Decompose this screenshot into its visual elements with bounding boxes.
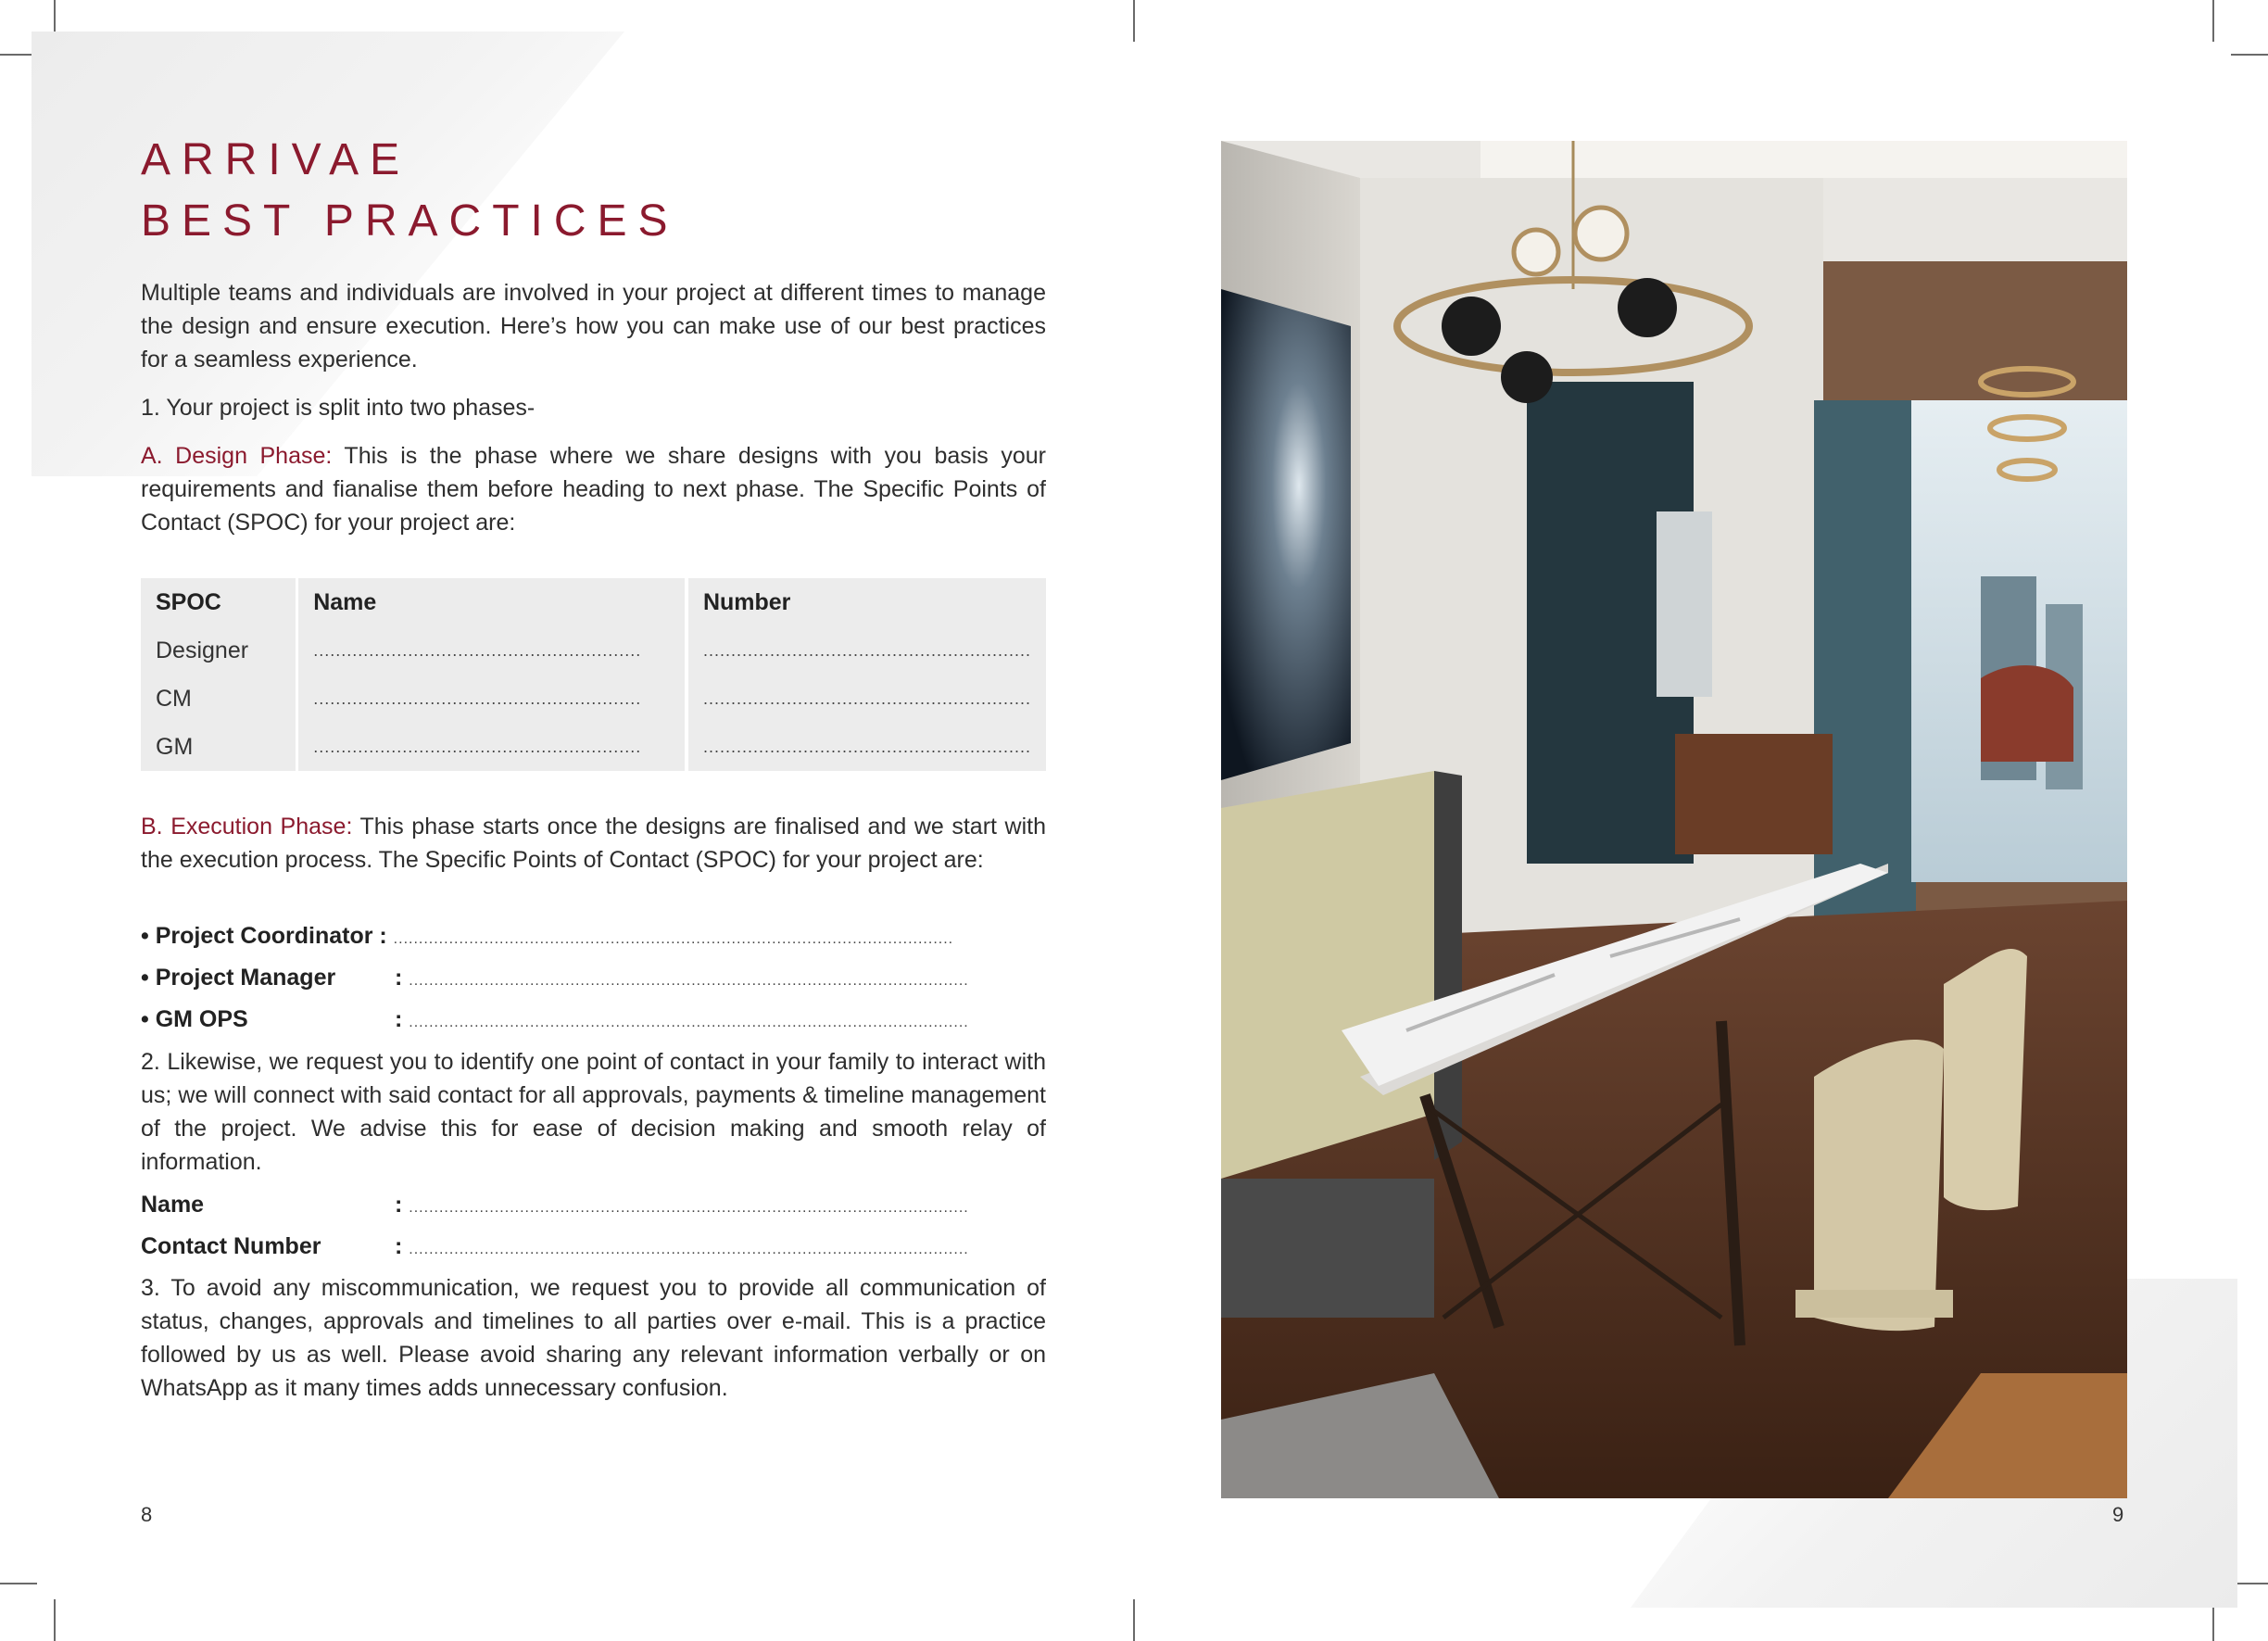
page-title: ARRIVAE BEST PRACTICES bbox=[141, 130, 679, 252]
field-colon: : bbox=[395, 1192, 403, 1218]
field-label: Contact Number bbox=[141, 1233, 321, 1259]
table-header-cell: SPOC bbox=[141, 578, 296, 626]
field-dots: ........................................… bbox=[409, 1015, 969, 1030]
table-cell-name[interactable]: ........................................… bbox=[298, 723, 686, 771]
table-cell-number[interactable]: ........................................… bbox=[687, 675, 1046, 723]
execution-phase-paragraph: B. Execution Phase: This phase starts on… bbox=[141, 810, 1046, 877]
table-cell-role: Designer bbox=[141, 626, 296, 675]
page-number-left: 8 bbox=[141, 1503, 153, 1526]
table-cell-role: GM bbox=[141, 723, 296, 771]
field-colon: : bbox=[395, 1006, 403, 1032]
contact-field-manager[interactable]: • Project Manager: .....................… bbox=[141, 959, 969, 996]
point-1: 1. Your project is split into two phases… bbox=[141, 395, 536, 421]
design-phase-label: A. Design Phase: bbox=[141, 443, 333, 469]
crop-mark bbox=[2212, 0, 2214, 42]
title-line-2: BEST PRACTICES bbox=[141, 196, 679, 246]
design-phase-paragraph: A. Design Phase: This is the phase where… bbox=[141, 439, 1046, 539]
point-3: 3. To avoid any miscommunication, we req… bbox=[141, 1275, 1046, 1401]
family-name-field[interactable]: Name: ..................................… bbox=[141, 1186, 969, 1223]
contact-field-gm-ops[interactable]: • GM OPS: ..............................… bbox=[141, 1001, 969, 1038]
crop-mark bbox=[2231, 54, 2268, 56]
crop-mark bbox=[0, 1583, 37, 1584]
table-row: CM .....................................… bbox=[141, 675, 1046, 723]
table-cell-number[interactable]: ........................................… bbox=[687, 723, 1046, 771]
table-cell-number[interactable]: ........................................… bbox=[687, 626, 1046, 675]
title-line-1: ARRIVAE bbox=[141, 135, 411, 184]
execution-phase-label: B. Execution Phase: bbox=[141, 814, 353, 839]
table-cell-name[interactable]: ........................................… bbox=[298, 675, 686, 723]
field-label: • GM OPS bbox=[141, 1006, 248, 1032]
field-label: • Project Manager bbox=[141, 965, 336, 991]
point-2: 2. Likewise, we request you to identify … bbox=[141, 1049, 1046, 1175]
family-contact-number-field[interactable]: Contact Number: ........................… bbox=[141, 1228, 969, 1265]
field-dots: ........................................… bbox=[409, 1242, 969, 1257]
field-dots: ........................................… bbox=[409, 1200, 969, 1216]
table-row: Designer ...............................… bbox=[141, 626, 1046, 675]
crop-mark bbox=[54, 1599, 56, 1641]
table-cell-role: CM bbox=[141, 675, 296, 723]
field-dots: ........................................… bbox=[393, 931, 954, 947]
interior-photo bbox=[1221, 141, 2127, 1498]
intro-paragraph: Multiple teams and individuals are invol… bbox=[141, 280, 1046, 372]
field-colon: : bbox=[395, 965, 403, 991]
dining-room-illustration bbox=[1221, 141, 2127, 1498]
crop-mark bbox=[1133, 0, 1135, 42]
field-dots: ........................................… bbox=[409, 973, 969, 989]
table-header-cell: Name bbox=[298, 578, 686, 626]
spoc-table: SPOC Name Number Designer ..............… bbox=[141, 578, 1046, 771]
field-label: Name bbox=[141, 1192, 205, 1218]
page-number-right: 9 bbox=[2112, 1503, 2124, 1526]
field-colon: : bbox=[395, 1233, 403, 1259]
crop-mark bbox=[1133, 1599, 1135, 1641]
table-header-cell: Number bbox=[687, 578, 1046, 626]
contact-field-coordinator[interactable]: • Project Coordinator : ................… bbox=[141, 917, 953, 954]
table-cell-name[interactable]: ........................................… bbox=[298, 626, 686, 675]
table-header-row: SPOC Name Number bbox=[141, 578, 1046, 626]
field-label: • Project Coordinator : bbox=[141, 923, 387, 949]
table-row: GM .....................................… bbox=[141, 723, 1046, 771]
